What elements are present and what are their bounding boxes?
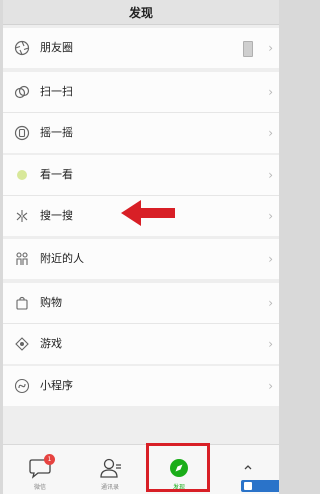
mini-program-icon — [14, 378, 30, 394]
diamond-icon — [14, 336, 30, 352]
menu-item-top-stories[interactable]: 看一看 › — [3, 155, 279, 196]
group-mini-programs: 小程序 › — [3, 366, 279, 406]
menu-item-scan[interactable]: 扫一扫 › — [3, 72, 279, 113]
group-moments: 朋友圈 › — [3, 28, 279, 68]
menu-item-shopping[interactable]: 购物 › — [3, 283, 279, 324]
chevron-right-icon: › — [268, 252, 273, 266]
person-icon — [244, 465, 252, 470]
menu-item-shake[interactable]: 摇一摇 › — [3, 113, 279, 153]
unread-badge: 1 — [44, 454, 55, 465]
group-shopping-games: 购物 › 游戏 › — [3, 283, 279, 364]
bag-icon — [14, 295, 30, 311]
contacts-icon — [100, 458, 121, 478]
chevron-right-icon: › — [268, 209, 273, 223]
menu-item-moments[interactable]: 朋友圈 › — [3, 28, 279, 68]
menu-label-scan: 扫一扫 — [40, 85, 73, 98]
moments-update-thumbnail — [243, 41, 253, 57]
chevron-right-icon: › — [268, 85, 273, 99]
chevron-right-icon: › — [268, 296, 273, 310]
tab-chats[interactable]: 微信 — [13, 445, 67, 494]
menu-item-games[interactable]: 游戏 › — [3, 324, 279, 364]
menu-label-moments: 朋友圈 — [40, 41, 73, 54]
group-people-nearby: 附近的人 › — [3, 239, 279, 279]
chevron-right-icon: › — [268, 379, 273, 393]
chevron-right-icon: › — [268, 41, 273, 55]
menu-label-games: 游戏 — [40, 337, 62, 350]
menu-item-people-nearby[interactable]: 附近的人 › — [3, 239, 279, 279]
menu-label-shake: 摇一摇 — [40, 126, 73, 139]
menu-item-mini-programs[interactable]: 小程序 › — [3, 366, 279, 406]
tab-label-chats: 微信 — [33, 484, 46, 491]
page-title: 发现 — [128, 5, 153, 20]
shake-icon — [14, 125, 30, 141]
discover-screen: 发现 朋友圈 › 扫一扫 › 摇一摇 › 看一看 › 搜一搜 › 附近的人 › … — [3, 0, 279, 494]
people-icon — [14, 251, 30, 267]
discover-tab-highlight — [146, 443, 210, 492]
menu-label-search: 搜一搜 — [40, 209, 73, 222]
tab-contacts[interactable]: 通讯录 — [83, 445, 137, 494]
top-bar: 发现 — [3, 0, 279, 25]
chevron-right-icon: › — [268, 168, 273, 182]
group-scan-shake: 扫一扫 › 摇一摇 › — [3, 72, 279, 153]
sparkle-icon — [14, 208, 30, 224]
menu-label-top-stories: 看一看 — [40, 168, 73, 181]
chevron-right-icon: › — [268, 337, 273, 351]
watermark-logo — [241, 480, 279, 492]
menu-label-mini-programs: 小程序 — [40, 379, 73, 392]
dot-icon — [14, 167, 30, 183]
scan-icon — [14, 84, 30, 100]
bottom-tab-bar: 微信 通讯录 发现 我 — [3, 444, 279, 494]
chevron-right-icon: › — [268, 126, 273, 140]
watermark-icon — [244, 482, 252, 490]
menu-label-people-nearby: 附近的人 — [40, 252, 84, 265]
tab-label-contacts: 通讯录 — [100, 484, 119, 491]
red-arrow-left-icon — [121, 200, 175, 226]
menu-label-shopping: 购物 — [40, 296, 62, 309]
camera-aperture-icon — [14, 40, 30, 56]
